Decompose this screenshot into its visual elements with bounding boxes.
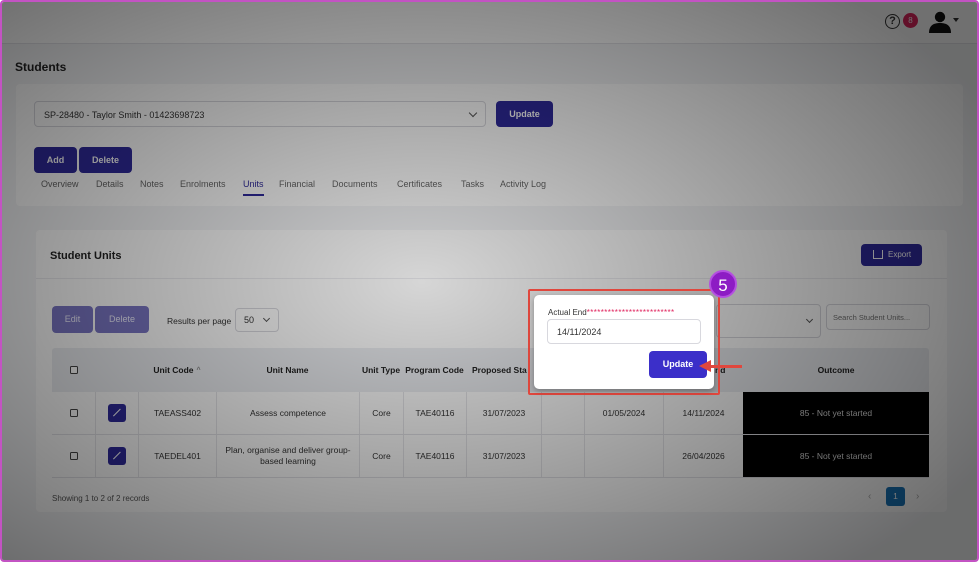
- actual-end-modal: Actual End************************* Upda…: [534, 295, 714, 389]
- table-header: Unit Code ^ Unit Name Unit Type Program C…: [52, 348, 929, 392]
- checkbox[interactable]: [69, 409, 78, 417]
- filter-select[interactable]: [716, 304, 821, 338]
- header-outcome[interactable]: Outcome: [743, 348, 929, 392]
- checkbox[interactable]: [69, 452, 78, 460]
- student-units-card: Student Units Export Edit Delete Results…: [36, 230, 947, 512]
- tab-activity-log[interactable]: Activity Log: [500, 179, 546, 189]
- tab-financial[interactable]: Financial: [279, 179, 315, 189]
- add-button[interactable]: Add: [34, 147, 77, 173]
- cell-unit-code: TAEASS402: [138, 392, 216, 434]
- top-bar: ? 8: [2, 2, 977, 44]
- results-per-page-label: Results per page: [167, 316, 232, 326]
- tab-units[interactable]: Units: [243, 179, 264, 197]
- tab-notes[interactable]: Notes: [140, 179, 164, 189]
- cell-unit-name: Assess competence: [216, 392, 359, 434]
- results-per-page-value: 50: [244, 315, 255, 325]
- expand-icon[interactable]: [108, 404, 126, 422]
- student-update-button[interactable]: Update: [496, 101, 553, 127]
- cell-col6: [541, 435, 584, 477]
- active-tab-indicator: [243, 194, 264, 196]
- tab-documents[interactable]: Documents: [332, 179, 378, 189]
- pager-prev[interactable]: ‹: [868, 491, 871, 502]
- user-silhouette-icon[interactable]: [928, 11, 952, 33]
- cell-proposed-start: 31/07/2023: [466, 392, 541, 434]
- annotation-arrow-shaft: [710, 365, 742, 368]
- header-unit-code[interactable]: Unit Code ^: [138, 348, 216, 392]
- tab-enrolments[interactable]: Enrolments: [180, 179, 226, 189]
- checkbox[interactable]: [69, 366, 78, 374]
- cell-col7: 01/05/2024: [584, 392, 663, 434]
- header-program-code[interactable]: Program Code: [403, 348, 466, 392]
- cell-unit-code: TAEDEL401: [138, 435, 216, 477]
- student-select-value: SP-28480 - Taylor Smith - 01423698723: [44, 110, 205, 120]
- actual-end-date-input[interactable]: [547, 319, 701, 344]
- actual-end-label-text: Actual End: [548, 308, 587, 317]
- cell-program-code: TAE40116: [403, 392, 466, 434]
- actual-end-label: Actual End*************************: [548, 308, 675, 317]
- search-input[interactable]: [826, 304, 930, 330]
- row-checkbox-cell[interactable]: [52, 435, 95, 477]
- page-title: Students: [15, 60, 67, 74]
- units-table: Unit Code ^ Unit Name Unit Type Program C…: [52, 348, 929, 478]
- cell-program-code: TAE40116: [403, 435, 466, 477]
- question-circle-icon[interactable]: ?: [885, 14, 900, 29]
- student-select[interactable]: SP-28480 - Taylor Smith - 01423698723: [34, 101, 486, 127]
- cell-col7: [584, 435, 663, 477]
- chevron-down-icon: [468, 108, 478, 118]
- app-window: ? 8 Students SP-28480 - Taylor Smith - 0…: [0, 0, 979, 562]
- chevron-down-icon: [805, 315, 814, 324]
- tab-details[interactable]: Details: [96, 179, 124, 189]
- student-card: SP-28480 - Taylor Smith - 01423698723 Up…: [16, 84, 963, 206]
- cell-actual-end: 26/04/2026: [663, 435, 743, 477]
- sort-caret-icon: ^: [196, 366, 201, 374]
- row-expand-cell[interactable]: [95, 392, 138, 434]
- tab-certificates[interactable]: Certificates: [397, 179, 442, 189]
- cell-col6: [541, 392, 584, 434]
- caret-down-icon[interactable]: [953, 18, 959, 22]
- chevron-down-icon: [262, 314, 271, 323]
- annotation-arrow-icon: [699, 360, 711, 372]
- cell-unit-type: Core: [359, 392, 403, 434]
- notification-badge[interactable]: 8: [903, 13, 918, 28]
- required-marker: *************************: [586, 308, 675, 317]
- cell-unit-type: Core: [359, 435, 403, 477]
- step-number-badge: 5: [709, 270, 737, 298]
- cell-proposed-start: 31/07/2023: [466, 435, 541, 477]
- export-button[interactable]: Export: [861, 244, 922, 266]
- table-row[interactable]: TAEDEL401 Plan, organise and deliver gro…: [52, 435, 929, 478]
- header-unit-type[interactable]: Unit Type: [359, 348, 403, 392]
- export-label: Export: [888, 250, 912, 259]
- export-icon: [873, 250, 883, 259]
- edit-button[interactable]: Edit: [52, 306, 93, 333]
- tab-units-label: Units: [243, 179, 264, 189]
- units-delete-button[interactable]: Delete: [95, 306, 149, 333]
- results-per-page-select[interactable]: 50: [235, 308, 279, 332]
- cell-outcome: 85 - Not yet started: [743, 435, 929, 477]
- row-expand-cell[interactable]: [95, 435, 138, 477]
- cell-unit-name: Plan, organise and deliver group-based l…: [216, 435, 359, 477]
- cell-outcome: 85 - Not yet started: [743, 392, 929, 434]
- pager-current-page[interactable]: 1: [886, 487, 905, 506]
- header-select-all[interactable]: [52, 348, 95, 392]
- tab-tasks[interactable]: Tasks: [461, 179, 484, 189]
- cell-actual-end: 14/11/2024: [663, 392, 743, 434]
- row-checkbox-cell[interactable]: [52, 392, 95, 434]
- records-info: Showing 1 to 2 of 2 records: [52, 494, 150, 503]
- table-row[interactable]: TAEASS402 Assess competence Core TAE4011…: [52, 392, 929, 435]
- header-unit-name[interactable]: Unit Name: [216, 348, 359, 392]
- section-title: Student Units: [50, 250, 122, 262]
- divider: [36, 278, 947, 279]
- delete-button[interactable]: Delete: [79, 147, 132, 173]
- tab-overview[interactable]: Overview: [41, 179, 79, 189]
- expand-icon[interactable]: [108, 447, 126, 465]
- pager-next[interactable]: ›: [916, 491, 919, 502]
